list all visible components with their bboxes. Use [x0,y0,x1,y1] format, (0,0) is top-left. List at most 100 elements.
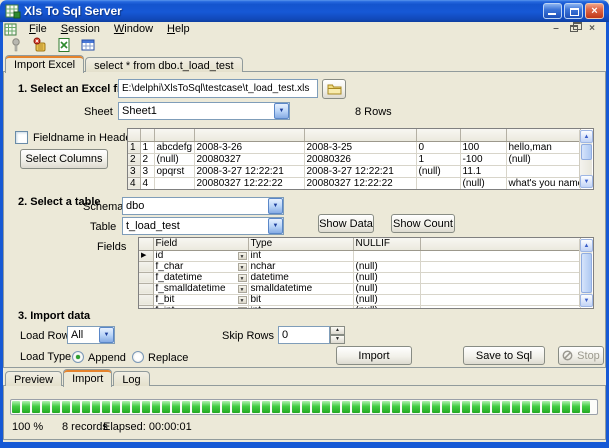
fields-grid-type-cell[interactable]: smalldatetime [248,283,353,294]
field-name-cell[interactable]: f_int [156,305,175,309]
fields-grid-nullif-cell[interactable]: (null) [353,305,420,309]
fields-grid-scroll-thumb[interactable] [581,253,592,293]
excel-grid-cell[interactable]: 1 [416,153,460,165]
save-to-sql-button[interactable]: Save to Sql [463,346,545,365]
excel-grid-cell[interactable]: 11.1 [460,165,506,177]
field-name-cell[interactable]: f_char [156,261,184,272]
fields-grid-type-cell[interactable]: bit [248,294,353,305]
fields-grid-row-header[interactable] [139,283,153,294]
excel-grid-cell[interactable]: 4 [140,177,154,189]
fields-grid-type-cell[interactable]: int [248,305,353,309]
schema-combo-arrow-icon[interactable]: ▼ [268,198,283,214]
field-dropdown-arrow-icon[interactable]: ▼ [238,263,247,271]
tab-preview[interactable]: Preview [5,371,62,386]
tab-import[interactable]: Import [63,369,112,387]
excel-grid-row-header[interactable]: 2 [128,153,140,165]
table-combo-arrow-icon[interactable]: ▼ [268,218,283,234]
scroll-down-icon[interactable]: ▼ [580,175,593,188]
excel-grid-cell[interactable]: 100 [460,141,506,153]
excel-grid-cell[interactable] [416,189,460,190]
excel-grid-cell[interactable]: 2008-3-27 12:22:21 [194,165,304,177]
excel-grid-cell[interactable]: 2008-3-26 [194,141,304,153]
load-rows-combo-arrow-icon[interactable]: ▼ [99,327,114,343]
fields-grid-row-header[interactable] [139,272,153,283]
mdi-restore-button[interactable] [568,23,580,35]
fields-grid-type-cell[interactable]: int [248,250,353,261]
minimize-button[interactable] [543,3,562,19]
excel-grid-cell[interactable]: 5 [140,189,154,190]
fields-grid-row-header[interactable] [139,305,153,309]
menu-window[interactable]: Window [107,22,160,36]
fieldname-header-checkbox[interactable] [15,131,28,144]
scroll-down-icon[interactable]: ▼ [580,294,593,307]
excel-grid-cell[interactable] [460,189,506,190]
fields-grid-scrollbar[interactable]: ▲ ▼ [579,239,592,307]
sheet-combo[interactable]: Sheet1 ▼ [118,102,290,120]
menu-help[interactable]: Help [160,22,197,36]
excel-file-input[interactable] [118,79,318,98]
fields-grid-field-cell[interactable]: f_datetime▼ [153,272,248,283]
excel-grid-row-header[interactable]: 5 [128,189,140,190]
excel-grid-cell[interactable]: 2008-3-25 [304,141,416,153]
fields-grid-nullif-cell[interactable]: (null) [353,272,420,283]
excel-grid-cell[interactable]: 3 [140,165,154,177]
excel-grid-cell[interactable]: 20080327 12:22:22 [194,177,304,189]
titlebar[interactable]: Xls To Sql Server × [0,0,609,22]
tab-log[interactable]: Log [113,371,149,386]
connect-icon[interactable] [7,37,25,54]
select-columns-button[interactable]: Select Columns [20,149,108,169]
fields-grid-blank-cell[interactable] [420,250,580,261]
fields-grid-row-header[interactable] [139,294,153,305]
excel-grid-row-header[interactable]: 3 [128,165,140,177]
fields-grid-field-cell[interactable]: f_bit ▼ [153,294,248,305]
excel-grid-cell[interactable] [154,177,194,189]
fields-grid-field-cell[interactable]: id ▼ [153,250,248,261]
browse-file-button[interactable] [322,79,346,99]
excel-grid-cell[interactable]: (null) [416,165,460,177]
fields-grid-nullif-cell[interactable]: (null) [353,283,420,294]
fields-grid-blank-cell[interactable] [420,294,580,305]
field-dropdown-arrow-icon[interactable]: ▼ [238,252,247,260]
excel-grid-cell[interactable]: 0 [416,141,460,153]
excel-grid-cell[interactable]: 2 [140,153,154,165]
field-dropdown-arrow-icon[interactable]: ▼ [238,285,247,293]
spin-down-button[interactable]: ▼ [330,335,345,344]
table-combo[interactable]: t_load_test ▼ [122,217,284,235]
fields-grid-type-cell[interactable]: nchar [248,261,353,272]
append-radio-label[interactable]: Append [88,352,126,364]
sheet-combo-arrow-icon[interactable]: ▼ [274,103,289,119]
current-row-indicator-icon[interactable]: ▶ [139,250,153,261]
field-name-cell[interactable]: id [156,250,164,261]
excel-grid-cell[interactable]: opqrst [154,165,194,177]
fields-grid-blank-cell[interactable] [420,283,580,294]
close-button[interactable]: × [585,3,604,19]
excel-grid-cell[interactable]: abcdefg [154,141,194,153]
load-rows-combo[interactable]: All ▼ [67,326,115,344]
field-name-cell[interactable]: f_bit [156,294,175,305]
excel-grid-cell[interactable] [506,165,580,177]
disconnect-icon[interactable] [31,37,49,54]
replace-radio-label[interactable]: Replace [148,352,188,364]
tab-select-query[interactable]: select * from dbo.t_load_test [85,57,242,72]
fields-grid-blank-cell[interactable] [420,272,580,283]
fields-grid-row-header[interactable] [139,261,153,272]
field-dropdown-arrow-icon[interactable]: ▼ [238,296,247,304]
excel-grid-scrollbar[interactable]: ▲ ▼ [579,130,592,188]
excel-grid-cell[interactable] [506,189,580,190]
fields-grid-nullif-cell[interactable] [353,250,420,261]
excel-grid-cell[interactable]: 20080327 [194,153,304,165]
excel-grid-cell[interactable]: (null) [506,153,580,165]
excel-grid-cell[interactable]: -100 [460,153,506,165]
scroll-up-icon[interactable]: ▲ [580,239,593,252]
excel-grid-scroll-thumb[interactable] [581,144,592,160]
excel-grid-cell[interactable]: (null) [194,189,304,190]
append-radio[interactable] [72,351,84,363]
fields-grid-blank-cell[interactable] [420,305,580,309]
tab-import-excel[interactable]: Import Excel [5,55,84,73]
fields-grid-nullif-cell[interactable]: (null) [353,261,420,272]
excel-file-icon[interactable] [55,37,73,54]
spin-up-button[interactable]: ▲ [330,326,345,335]
show-count-button[interactable]: Show Count [391,214,455,233]
fieldname-header-label[interactable]: Fieldname in Header [33,132,135,144]
excel-grid-cell[interactable]: 20080327 12:21 [304,189,416,190]
